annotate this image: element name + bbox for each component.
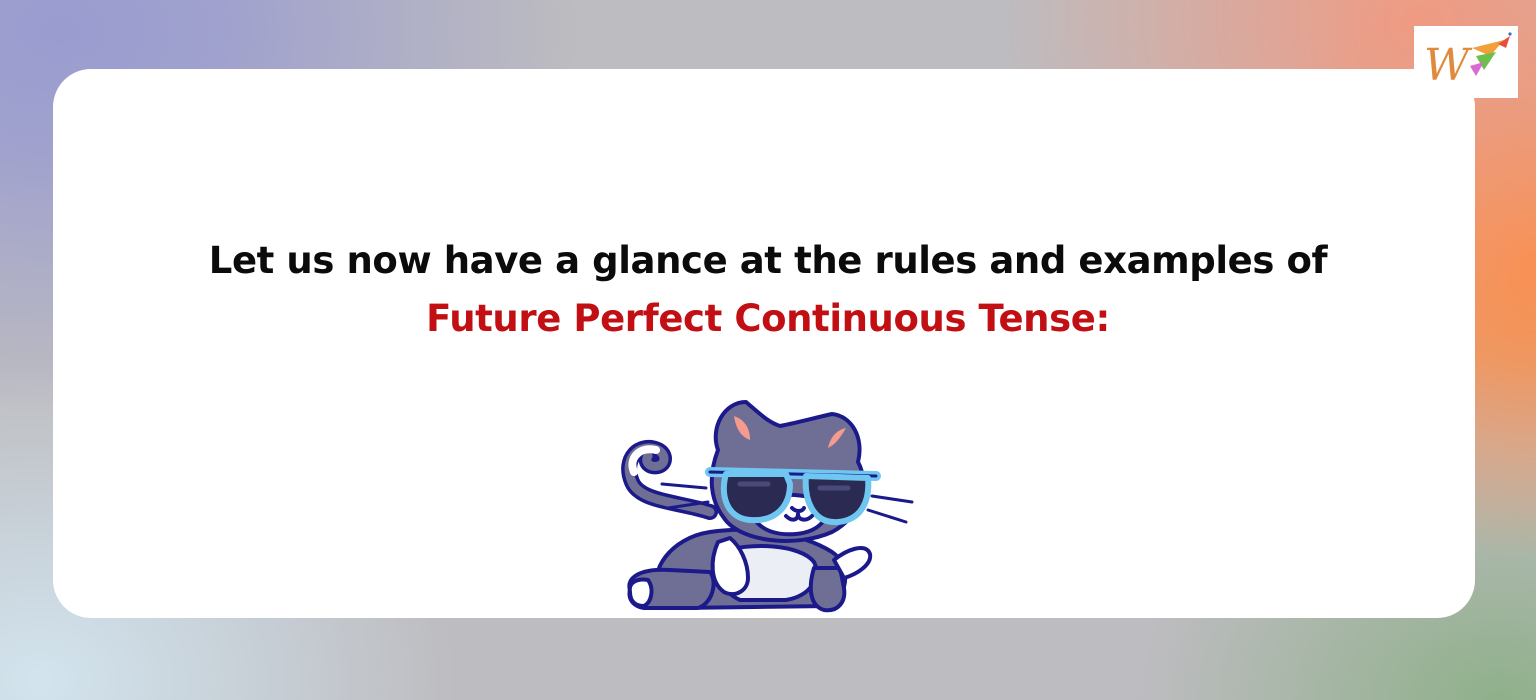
page-heading: Let us now have a glance at the rules an… (0, 232, 1536, 348)
heading-line-2-accent: Future Perfect Continuous Tense: (426, 297, 1110, 340)
brand-logo[interactable]: W (1414, 26, 1518, 98)
logo-letter: W (1424, 40, 1473, 91)
cat-illustration (600, 392, 920, 620)
brand-logo-icon: W (1424, 32, 1512, 91)
heading-line-1: Let us now have a glance at the rules an… (208, 239, 1328, 282)
cat-with-sunglasses-icon (621, 400, 914, 613)
